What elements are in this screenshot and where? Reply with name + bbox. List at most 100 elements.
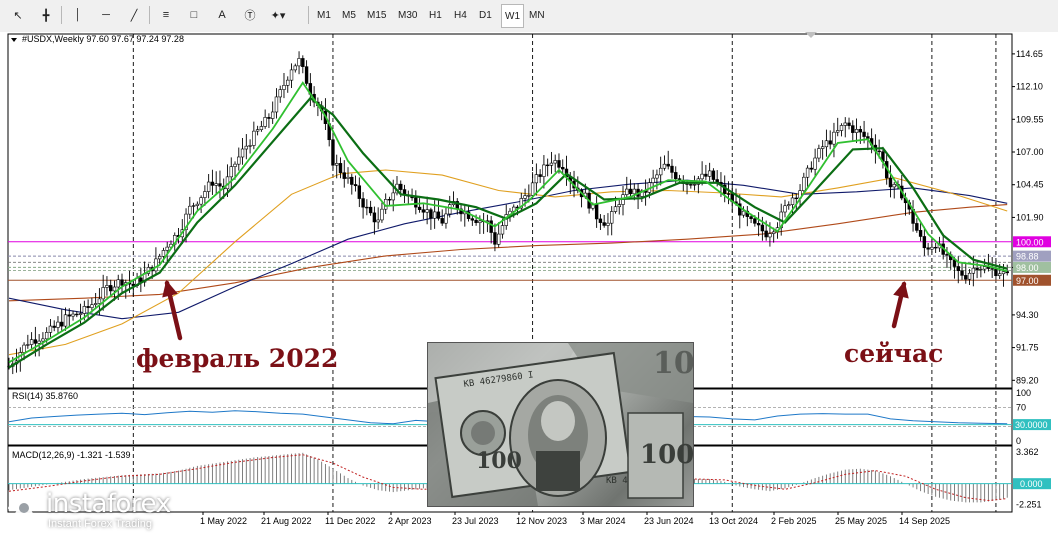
cursor-icon[interactable]: ↖	[6, 4, 30, 26]
toolbar-separator	[149, 6, 150, 24]
candle-body	[971, 267, 976, 274]
candle-body	[915, 223, 919, 231]
candle-body	[707, 170, 712, 177]
candle-body	[301, 58, 305, 67]
time-axis-label: 12 Nov 2023	[516, 516, 567, 526]
candle-body	[768, 233, 772, 238]
candle-body	[888, 177, 893, 188]
rsi-marker-text: 30.0000	[1015, 420, 1048, 430]
candle-body	[63, 314, 68, 327]
candle-body	[399, 183, 403, 190]
candle-body	[527, 195, 531, 197]
candle-body	[945, 254, 949, 256]
candle-body	[259, 126, 264, 130]
horizontal-line-icon[interactable]: ─	[94, 4, 118, 26]
fibonacci-icon[interactable]: ≡	[154, 4, 178, 26]
candle-body	[545, 164, 550, 167]
candle-body	[44, 332, 49, 340]
candle-body	[361, 198, 365, 208]
candle-body	[263, 117, 267, 127]
price-tick-label: 89.20	[1016, 375, 1039, 385]
label-now: сейчас	[844, 339, 944, 368]
candle-body	[448, 204, 452, 215]
timeframe-m5[interactable]: M5	[339, 4, 359, 26]
candle-body	[741, 210, 746, 216]
candle-body	[805, 167, 810, 178]
candle-body	[557, 160, 561, 168]
candle-body	[414, 197, 418, 208]
candle-body	[674, 172, 678, 179]
crosshair-icon[interactable]: ╋	[34, 4, 58, 26]
candle-body	[1001, 271, 1006, 275]
price-level-tag-text: 98.00	[1016, 263, 1039, 273]
candle-body	[157, 256, 162, 260]
vertical-line-icon[interactable]: │	[66, 4, 90, 26]
candle-body	[372, 212, 377, 223]
candle-body	[824, 140, 829, 148]
timeframe-h4[interactable]: H4	[451, 4, 470, 26]
candle-body	[523, 195, 527, 199]
timeframe-m15[interactable]: M15	[364, 4, 389, 26]
candle-body	[602, 222, 606, 226]
candle-body	[794, 197, 798, 200]
candle-body	[116, 279, 120, 288]
timeframe-m30[interactable]: M30	[395, 4, 420, 26]
candle-body	[338, 163, 343, 173]
candle-body	[489, 220, 493, 233]
candle-body	[297, 58, 301, 67]
candle-body	[270, 111, 275, 119]
candle-body	[105, 285, 109, 288]
time-axis-label: 23 Jun 2024	[644, 516, 694, 526]
timeframe-d1[interactable]: D1	[476, 4, 495, 26]
candle-body	[700, 173, 704, 180]
timeframe-m1[interactable]: M1	[314, 4, 334, 26]
timeframe-h1[interactable]: H1	[426, 4, 445, 26]
trendline-icon[interactable]: ╱	[122, 4, 146, 26]
candle-body	[218, 183, 222, 187]
candle-body	[444, 213, 448, 224]
candle-body	[843, 122, 847, 126]
time-axis-label: 11 Dec 2022	[325, 516, 375, 526]
candle-body	[289, 69, 294, 81]
time-axis-label: 14 Sep 2025	[899, 516, 950, 526]
candle-body	[244, 145, 249, 150]
candle-body	[93, 303, 98, 306]
candle-body	[836, 130, 840, 133]
candle-body	[60, 321, 64, 327]
price-level-tag-text: 100.00	[1016, 237, 1044, 247]
candle-body	[964, 275, 968, 280]
svg-text:100: 100	[476, 448, 522, 474]
timeframe-w1[interactable]: W1	[501, 4, 524, 28]
price-tick-label: 91.75	[1016, 343, 1039, 353]
candle-body	[975, 267, 979, 271]
time-axis-label: 2 Feb 2025	[771, 516, 817, 526]
candle-body	[771, 231, 776, 234]
text-icon[interactable]: A	[210, 4, 234, 26]
candle-body	[617, 204, 621, 208]
candle-body	[237, 156, 241, 165]
timeframe-mn[interactable]: MN	[526, 4, 548, 26]
candle-body	[749, 216, 753, 219]
candle-body	[86, 306, 90, 308]
candle-body	[391, 192, 395, 201]
candle-body	[22, 344, 26, 353]
candle-body	[368, 206, 373, 214]
candle-body	[813, 157, 817, 170]
text-label-icon[interactable]: Ⓣ	[238, 4, 262, 26]
channel-icon[interactable]: □	[182, 4, 206, 26]
candle-body	[203, 191, 207, 198]
candle-body	[858, 129, 863, 133]
candle-body	[342, 172, 346, 179]
candle-body	[161, 250, 166, 257]
candle-body	[997, 273, 1002, 276]
candle-body	[994, 268, 998, 276]
logo-name: instaforex	[46, 489, 171, 519]
candle-body	[97, 298, 102, 304]
candle-body	[922, 236, 927, 249]
shapes-dropdown-icon[interactable]: ✦▾	[266, 4, 290, 26]
svg-text:100: 100	[653, 346, 693, 381]
candle-body	[346, 176, 350, 179]
candle-body	[376, 219, 380, 223]
candle-body	[229, 166, 233, 178]
candle-body	[165, 246, 169, 251]
